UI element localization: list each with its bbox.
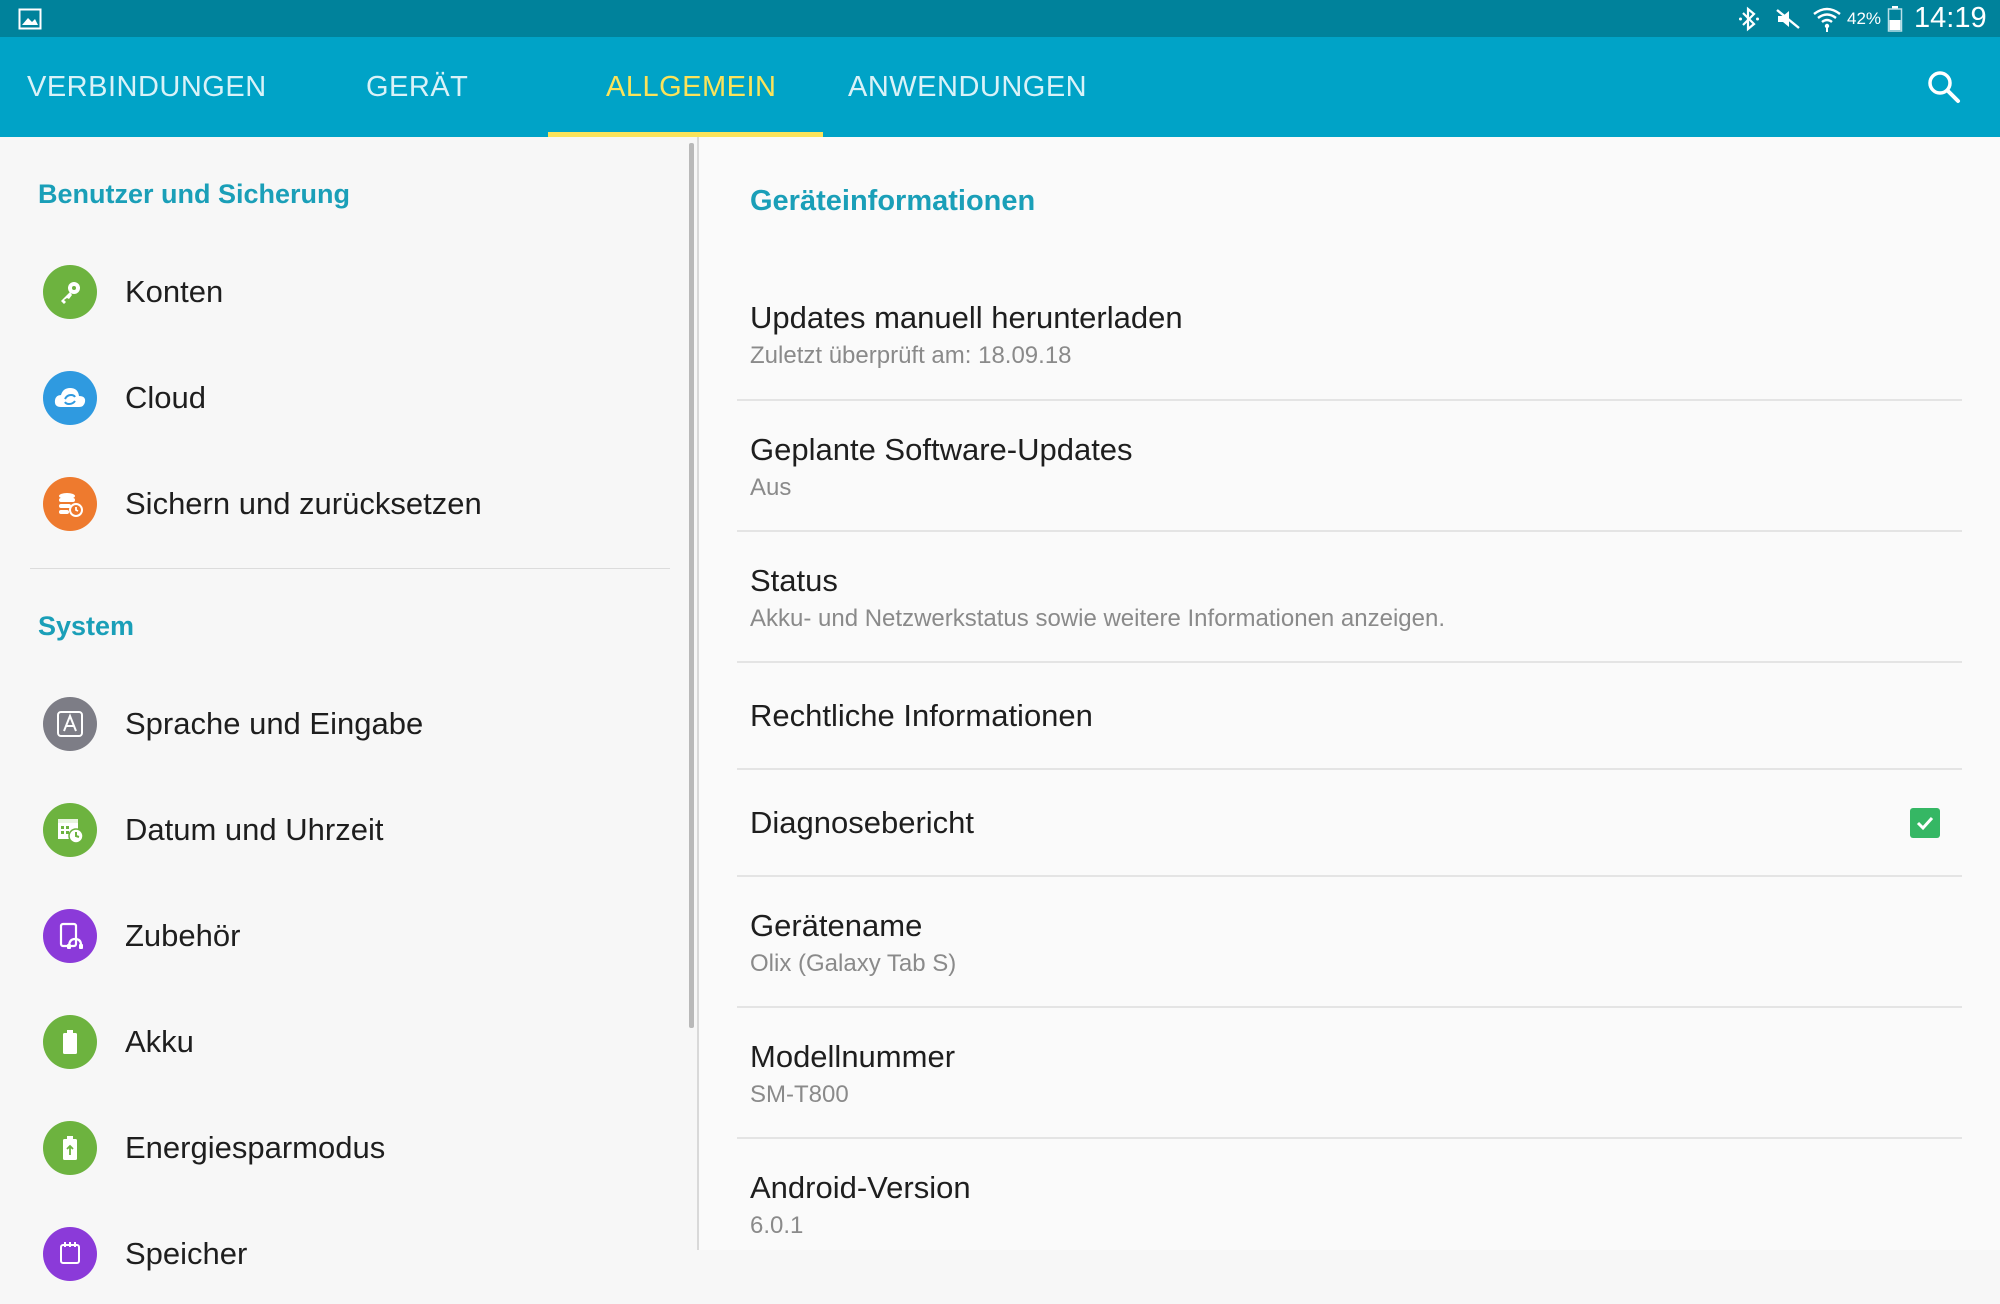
list-item-status[interactable]: Status Akku- und Netzwerkstatus sowie we…: [737, 532, 1962, 662]
menu-item-konten[interactable]: Konten: [0, 242, 680, 342]
left-scrollbar[interactable]: [689, 143, 694, 1028]
tab-anwendungen[interactable]: ANWENDUNGEN: [848, 37, 1087, 137]
item-title: Gerätename: [750, 908, 923, 943]
menu-label: Zubehör: [125, 918, 241, 953]
mute-icon: [1774, 0, 1802, 37]
panel-title: Geräteinformationen: [750, 185, 1036, 217]
key-icon: [43, 265, 97, 319]
menu-label: Cloud: [125, 380, 206, 415]
menu-label: Datum und Uhrzeit: [125, 812, 384, 847]
menu-item-speicher[interactable]: Speicher: [0, 1204, 680, 1304]
list-item-diagnostics[interactable]: Diagnosebericht: [737, 770, 1962, 876]
wifi-icon: [1812, 0, 1842, 37]
menu-label: Energiesparmodus: [125, 1130, 386, 1165]
menu-item-energiesparmodus[interactable]: Energiesparmodus: [0, 1098, 680, 1198]
item-title: Updates manuell herunterladen: [750, 300, 1183, 335]
menu-item-datum[interactable]: Datum und Uhrzeit: [0, 780, 680, 880]
list-item-scheduled-updates[interactable]: Geplante Software-Updates Aus: [737, 401, 1962, 531]
item-title: Geplante Software-Updates: [750, 432, 1133, 467]
tab-geraet[interactable]: GERÄT: [366, 37, 468, 137]
menu-label: Sprache und Eingabe: [125, 706, 424, 741]
storage-icon: [43, 1227, 97, 1281]
battery-icon: [1886, 0, 1904, 37]
section-title-system: System: [38, 611, 135, 641]
item-summary: 6.0.1: [750, 1212, 804, 1239]
list-item-android-version[interactable]: Android-Version 6.0.1: [737, 1139, 1962, 1250]
tab-verbindungen[interactable]: VERBINDUNGEN: [27, 37, 267, 137]
menu-label: Akku: [125, 1024, 194, 1059]
menu-label: Speicher: [125, 1236, 248, 1271]
menu-label: Konten: [125, 274, 224, 309]
item-title: Diagnosebericht: [750, 805, 975, 840]
language-icon: [43, 697, 97, 751]
bluetooth-icon: [1736, 0, 1762, 37]
battery-icon: [43, 1015, 97, 1069]
list-item-device-name[interactable]: Gerätename Olix (Galaxy Tab S): [737, 877, 1962, 1007]
item-summary: Zuletzt überprüft am: 18.09.18: [750, 342, 1072, 369]
section-divider: [30, 568, 670, 569]
item-title: Status: [750, 563, 838, 598]
list-item-model-number[interactable]: Modellnummer SM-T800: [737, 1008, 1962, 1138]
clock: 14:19: [1914, 2, 1987, 34]
item-summary: Akku- und Netzwerkstatus sowie weitere I…: [750, 605, 1446, 632]
cloud-sync-icon: [43, 371, 97, 425]
menu-item-sichern[interactable]: Sichern und zurücksetzen: [0, 454, 680, 554]
item-summary: Olix (Galaxy Tab S): [750, 950, 957, 977]
menu-item-akku[interactable]: Akku: [0, 992, 680, 1092]
status-bar: 42% 14:19: [0, 0, 2000, 37]
battery-percent: 42%: [1847, 9, 1882, 28]
item-title: Rechtliche Informationen: [750, 698, 1093, 733]
list-item-updates-manual[interactable]: Updates manuell herunterladen Zuletzt üb…: [737, 280, 1962, 400]
list-item-legal-info[interactable]: Rechtliche Informationen: [737, 663, 1962, 769]
item-title: Android-Version: [750, 1170, 971, 1205]
search-icon[interactable]: [1924, 67, 1964, 107]
tab-bar: VERBINDUNGEN GERÄT ALLGEMEIN ANWENDUNGEN: [0, 37, 2000, 137]
diagnostics-checkbox[interactable]: [1910, 808, 1940, 838]
accessory-icon: [43, 909, 97, 963]
calendar-clock-icon: [43, 803, 97, 857]
item-title: Modellnummer: [750, 1039, 956, 1074]
menu-item-zubehoer[interactable]: Zubehör: [0, 886, 680, 986]
item-summary: Aus: [750, 474, 792, 501]
section-title-benutzer: Benutzer und Sicherung: [38, 179, 351, 209]
power-saving-icon: [43, 1121, 97, 1175]
menu-item-cloud[interactable]: Cloud: [0, 348, 680, 448]
backup-icon: [43, 477, 97, 531]
gallery-icon: [16, 0, 44, 37]
menu-label: Sichern und zurücksetzen: [125, 486, 482, 521]
item-summary: SM-T800: [750, 1081, 849, 1108]
menu-item-sprache[interactable]: Sprache und Eingabe: [0, 674, 680, 774]
tab-allgemein[interactable]: ALLGEMEIN: [606, 37, 777, 137]
